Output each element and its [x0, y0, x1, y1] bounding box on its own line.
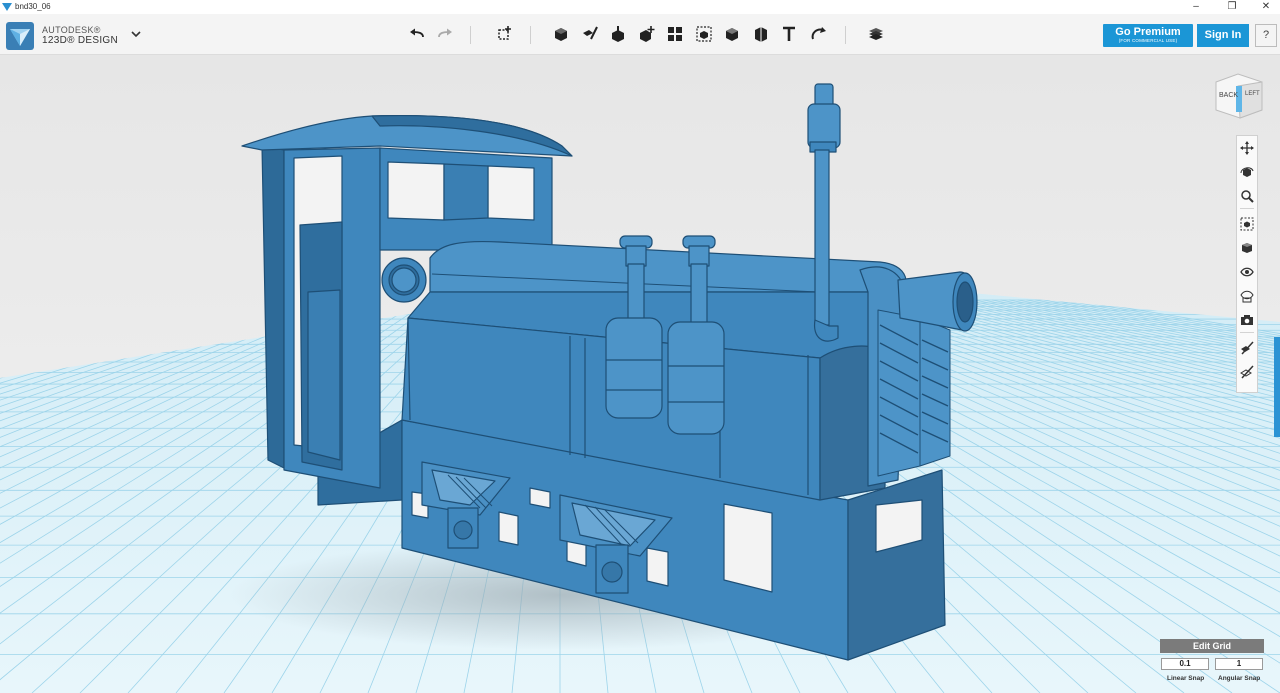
combine-button[interactable] [722, 24, 742, 44]
brand-company: AUTODESK® [42, 25, 101, 35]
linear-snap-field[interactable]: 0.1 [1161, 658, 1209, 670]
redo-icon [438, 28, 452, 38]
visibility-button[interactable] [1239, 264, 1255, 280]
transform-icon [498, 26, 511, 40]
brand-product: 123D® DESIGN [42, 35, 118, 46]
view-cube[interactable]: BACK LEFT [1215, 73, 1263, 119]
3d-viewport[interactable]: BACK LEFT [0, 55, 1280, 693]
linear-snap-label: Linear Snap [1167, 675, 1205, 682]
autodesk-logo-icon[interactable] [6, 22, 34, 50]
construct-icon [612, 26, 624, 42]
hide-sketch-button[interactable] [1239, 340, 1255, 356]
side-panel-handle[interactable] [1274, 337, 1280, 437]
title-bar: bnd30_06 – ❐ ✕ [0, 0, 1280, 14]
undo-button[interactable] [407, 24, 427, 44]
hide-mesh-icon [1240, 365, 1254, 379]
angular-snap-label: Angular Snap [1218, 675, 1261, 682]
measure-button[interactable] [751, 24, 771, 44]
screenshot-icon [1241, 315, 1253, 325]
undo-icon [410, 28, 424, 38]
grouping-button[interactable] [694, 24, 714, 44]
measure-icon [755, 27, 767, 42]
material-icon [869, 28, 883, 40]
fit-button[interactable] [1239, 216, 1255, 232]
zoom-icon [1241, 190, 1254, 203]
toolbar-separator [530, 26, 531, 44]
navbar-separator [1240, 332, 1254, 333]
construct-button[interactable] [608, 24, 628, 44]
pan-button[interactable] [1239, 140, 1255, 156]
fit-icon [1240, 217, 1254, 231]
materials-outline-icon [1240, 290, 1254, 303]
help-button[interactable]: ? [1255, 24, 1277, 47]
combine-icon [726, 28, 738, 41]
redo-button[interactable] [435, 24, 455, 44]
grid-panel: Edit Grid 0.1 1 Linear Snap Angular Snap [1160, 639, 1264, 689]
edit-grid-button[interactable]: Edit Grid [1160, 639, 1264, 653]
viewcube-left-label: LEFT [1245, 91, 1260, 97]
snap-icon [811, 27, 826, 40]
text-button[interactable] [779, 24, 799, 44]
viewcube-back-label: BACK [1219, 92, 1238, 99]
minimize-button[interactable]: – [1184, 0, 1208, 14]
material-button[interactable] [866, 24, 886, 44]
screenshot-button[interactable] [1239, 312, 1255, 328]
navigation-bar [1236, 135, 1258, 393]
visibility-icon [1240, 267, 1254, 277]
orbit-button[interactable] [1239, 164, 1255, 180]
close-button[interactable]: ✕ [1254, 0, 1278, 14]
zoom-button[interactable] [1239, 188, 1255, 204]
go-premium-label: Go Premium [1115, 26, 1181, 38]
orbit-icon [1240, 167, 1254, 177]
hide-mesh-button[interactable] [1239, 364, 1255, 380]
perspective-button[interactable] [1239, 240, 1255, 256]
primitives-icon [555, 28, 567, 41]
grouping-icon [696, 26, 712, 42]
hide-sketch-icon [1241, 341, 1254, 355]
perspective-icon [1242, 243, 1252, 253]
go-premium-sublabel: (FOR COMMERCIAL USE) [1118, 38, 1178, 43]
toolbar-separator [470, 26, 471, 44]
toolbar-separator [845, 26, 846, 44]
pattern-icon [668, 27, 682, 41]
restore-button[interactable]: ❐ [1220, 0, 1244, 14]
text-icon [783, 26, 795, 41]
pattern-button[interactable] [665, 24, 685, 44]
primitives-button[interactable] [551, 24, 571, 44]
pan-icon [1240, 141, 1254, 155]
go-premium-button[interactable]: Go Premium (FOR COMMERCIAL USE) [1103, 24, 1193, 47]
materials-outline-button[interactable] [1239, 288, 1255, 304]
sign-in-button[interactable]: Sign In [1197, 24, 1249, 47]
navbar-separator [1240, 208, 1254, 209]
transform-button[interactable] [494, 24, 514, 44]
app-icon [2, 3, 12, 11]
main-toolbar: AUTODESK® 123D® DESIGN Go Premium (FOR C… [0, 14, 1280, 55]
sketch-icon [583, 26, 598, 40]
chevron-down-icon[interactable] [130, 28, 142, 40]
sketch-button[interactable] [580, 24, 600, 44]
window-title: bnd30_06 [15, 2, 51, 11]
modify-button[interactable] [637, 24, 657, 44]
angular-snap-field[interactable]: 1 [1215, 658, 1263, 670]
modify-icon [640, 26, 655, 42]
snap-button[interactable] [808, 24, 828, 44]
